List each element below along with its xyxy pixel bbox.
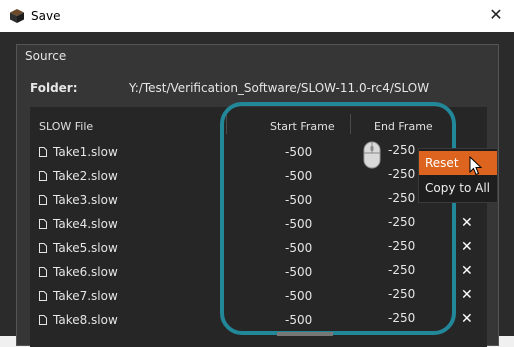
folder-label: Folder: bbox=[30, 81, 78, 95]
file-name: Take7.slow bbox=[53, 289, 118, 303]
menu-item-copy-to-all[interactable]: Copy to All bbox=[419, 176, 497, 200]
close-icon[interactable]: ✕ bbox=[478, 0, 514, 32]
frame-columns-highlight bbox=[220, 102, 456, 335]
file-icon bbox=[39, 243, 47, 253]
file-icon bbox=[39, 147, 47, 157]
file-name: Take1.slow bbox=[53, 145, 118, 159]
mouse-icon bbox=[363, 141, 381, 169]
remove-icon[interactable]: ✕ bbox=[461, 311, 473, 327]
remove-icon[interactable]: ✕ bbox=[461, 263, 473, 279]
file-name: Take6.slow bbox=[53, 265, 118, 279]
file-name: Take2.slow bbox=[53, 169, 118, 183]
cursor-icon bbox=[469, 156, 483, 176]
file-name: Take4.slow bbox=[53, 217, 118, 231]
file-icon bbox=[39, 219, 47, 229]
file-icon bbox=[39, 195, 47, 205]
window-title: Save bbox=[31, 9, 61, 23]
title-bar: Save ✕ bbox=[0, 0, 514, 32]
file-icon bbox=[39, 291, 47, 301]
menu-item-reset[interactable]: Reset bbox=[419, 151, 497, 175]
remove-icon[interactable]: ✕ bbox=[461, 239, 473, 255]
file-name: Take5.slow bbox=[53, 241, 118, 255]
column-header-file[interactable]: SLOW File bbox=[39, 120, 93, 133]
context-menu: Reset Copy to All bbox=[418, 148, 498, 203]
file-icon bbox=[39, 315, 47, 325]
folder-path: Y:/Test/Verification_Software/SLOW-11.0-… bbox=[129, 81, 430, 95]
remove-icon[interactable]: ✕ bbox=[461, 287, 473, 303]
app-icon bbox=[10, 9, 24, 23]
horizontal-scrollbar[interactable] bbox=[277, 332, 333, 336]
file-name: Take8.slow bbox=[53, 313, 118, 327]
remove-icon[interactable]: ✕ bbox=[461, 215, 473, 231]
group-title: Source bbox=[25, 49, 67, 63]
file-icon bbox=[39, 171, 47, 181]
file-name: Take3.slow bbox=[53, 193, 118, 207]
file-icon bbox=[39, 267, 47, 277]
